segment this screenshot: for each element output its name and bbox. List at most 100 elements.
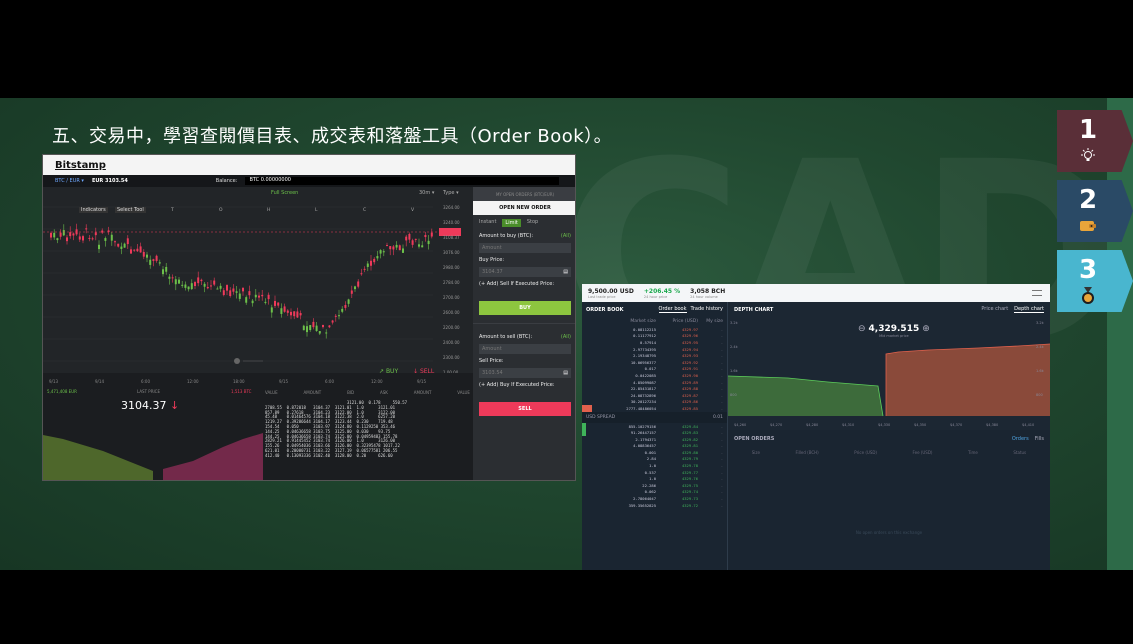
- y-tick-label: 2980.00: [443, 265, 460, 270]
- pair-selector[interactable]: BTC / EUR ▾: [55, 178, 84, 184]
- bid-row[interactable]: 2.78064047 4329.73 -: [582, 495, 727, 502]
- tab-stop[interactable]: Stop: [527, 219, 538, 227]
- chart-buy-button[interactable]: ↗ BUY: [379, 368, 398, 375]
- bid-depth-area: [728, 376, 883, 416]
- row-size: 855.10279156: [628, 423, 656, 429]
- x-tick-label: 9/15: [417, 379, 426, 384]
- bid-row[interactable]: 22.286 4329.75 -: [582, 482, 727, 489]
- zoom-in-icon[interactable]: ⊕: [922, 324, 930, 334]
- col-filled: Filled (BCH): [795, 450, 819, 455]
- ask-row[interactable]: 10.06956377 4329.92 -: [582, 359, 727, 366]
- bid-row[interactable]: 855.10279156 4329.84 -: [582, 422, 727, 430]
- fullscreen-button[interactable]: Full Screen: [271, 190, 298, 196]
- tab-instant[interactable]: Instant: [479, 219, 496, 227]
- chart-sell-button[interactable]: ↓ SELL: [413, 368, 434, 375]
- spread-value: 0.01: [712, 414, 723, 420]
- ask-row[interactable]: 24.08732896 4329.87 -: [582, 392, 727, 399]
- tab-depth-chart[interactable]: Depth chart: [1014, 306, 1044, 313]
- candle: [72, 232, 75, 241]
- row-size: 0.017: [644, 366, 656, 372]
- volume-sub: 24 hour volume: [690, 294, 718, 299]
- bid-depth-area: [43, 435, 153, 480]
- buy-all-link[interactable]: (All): [561, 233, 571, 239]
- ask-row[interactable]: 0.0422085 4329.90 -: [582, 372, 727, 379]
- calculator-icon[interactable]: ▤: [563, 370, 568, 376]
- tab-fills[interactable]: Fills: [1035, 436, 1044, 442]
- row-my-size: -: [720, 430, 723, 436]
- x-tick-label: 6:00: [325, 379, 334, 384]
- candle: [395, 241, 398, 250]
- y-tick-right: 1.6k: [1036, 369, 1045, 373]
- ask-row[interactable]: 2777.48486054 4329.85 -: [582, 405, 727, 412]
- row-my-size: -: [720, 405, 723, 411]
- candle: [270, 304, 273, 318]
- select-tool-button[interactable]: Select Tool: [115, 207, 146, 213]
- ask-row[interactable]: 2.97734395 4329.94 -: [582, 346, 727, 353]
- sell-price-value: 3103.54: [482, 370, 503, 376]
- step-tab-3[interactable]: 3: [1057, 250, 1133, 312]
- my-open-orders-tab[interactable]: MY OPEN ORDERS (BTC/EUR): [473, 187, 575, 201]
- bid-row[interactable]: 4.08836457 4329.81 -: [582, 443, 727, 450]
- row-size: 4.85099087: [633, 379, 656, 385]
- row-my-size: -: [720, 496, 723, 502]
- sell-button[interactable]: SELL: [479, 402, 571, 416]
- candle: [190, 279, 193, 290]
- candle: [382, 249, 385, 257]
- ask-row[interactable]: 0.017 4329.91 -: [582, 366, 727, 373]
- step-number: 3: [1078, 255, 1098, 285]
- bid-row[interactable]: 1.0 4329.76 -: [582, 475, 727, 482]
- candle: [120, 242, 123, 255]
- sell-if-executed-link[interactable]: (+ Add) Sell If Executed Price:: [473, 279, 575, 289]
- ask-row[interactable]: 0.11177912 4329.96 -: [582, 333, 727, 340]
- zoom-out-icon[interactable]: ⊖: [858, 324, 866, 334]
- tab-orders[interactable]: Orders: [1012, 436, 1029, 442]
- buy-price-input[interactable]: 3104.37 ▤: [479, 267, 571, 277]
- row-price: 4329.94: [681, 346, 698, 352]
- step-tab-2[interactable]: 2: [1057, 180, 1133, 242]
- bid-row[interactable]: 0.001 4329.80 -: [582, 449, 727, 456]
- buy-if-executed-link[interactable]: (+ Add) Buy If Executed Price:: [473, 380, 575, 390]
- y-tick-left: 3.2k: [730, 321, 739, 325]
- price-chart[interactable]: 3264.00 3240.00 3108.37 3076.00 2980.00 2784.…: [43, 187, 473, 387]
- bid-row[interactable]: 359.35652825 4329.72 -: [582, 502, 727, 509]
- bid-row[interactable]: 2.84 4329.79 -: [582, 456, 727, 463]
- amount-sell-input[interactable]: Amount: [479, 344, 571, 354]
- ask-row[interactable]: 30.20127234 4329.86 -: [582, 399, 727, 406]
- sell-all-link[interactable]: (All): [561, 334, 571, 340]
- interval-select[interactable]: 30m ▾: [419, 190, 434, 196]
- depth-chart-panel: DEPTH CHART Price chart Depth chart 3.2k…: [728, 302, 1050, 430]
- bid-row[interactable]: 0.062 4329.74 -: [582, 489, 727, 496]
- ask-row[interactable]: 0.08112215 4329.97 -: [582, 326, 727, 333]
- indicators-button[interactable]: Indicators: [79, 207, 108, 213]
- candle: [405, 234, 408, 247]
- bid-row[interactable]: 0.537 4329.77 -: [582, 469, 727, 476]
- tab-order-book[interactable]: Order book: [658, 306, 687, 313]
- buy-button[interactable]: BUY: [479, 301, 571, 315]
- tab-trade-history[interactable]: Trade history: [691, 306, 723, 313]
- bitstamp-logo[interactable]: Bitstamp: [55, 160, 106, 171]
- tab-price-chart[interactable]: Price chart: [981, 306, 1008, 313]
- bid-row[interactable]: 91.26447157 4329.83 -: [582, 429, 727, 436]
- candle: [184, 281, 187, 291]
- ask-row[interactable]: 22.85431817 4329.88 -: [582, 385, 727, 392]
- row-price: 4329.93: [681, 353, 698, 359]
- amount-buy-input[interactable]: Amount: [479, 243, 571, 253]
- pair-price: EUR 3103.54: [91, 178, 128, 184]
- ask-row[interactable]: 2.19348795 4329.93 -: [582, 352, 727, 359]
- ask-row[interactable]: 0.57914 4329.95 -: [582, 339, 727, 346]
- type-select[interactable]: Type ▾: [443, 190, 459, 196]
- bid-row[interactable]: 2.1794371 4329.82 -: [582, 436, 727, 443]
- tab-limit[interactable]: Limit: [502, 219, 521, 227]
- ask-row[interactable]: 4.85099087 4329.89 -: [582, 379, 727, 386]
- step-tab-1[interactable]: 1: [1057, 110, 1133, 172]
- bid-row[interactable]: 1.0 4329.78 -: [582, 462, 727, 469]
- calculator-icon[interactable]: ▤: [563, 269, 568, 275]
- row-size: 91.26447157: [630, 430, 656, 436]
- sell-price-input[interactable]: 3103.54 ▤: [479, 368, 571, 378]
- hamburger-menu-icon[interactable]: [1032, 290, 1042, 296]
- row-my-size: -: [720, 366, 723, 372]
- y-tick-label: 2300.00: [443, 355, 460, 360]
- x-tick-label: $4,260: [734, 423, 746, 427]
- row-size: 2777.48486054: [626, 405, 656, 411]
- row-my-size: -: [720, 399, 723, 405]
